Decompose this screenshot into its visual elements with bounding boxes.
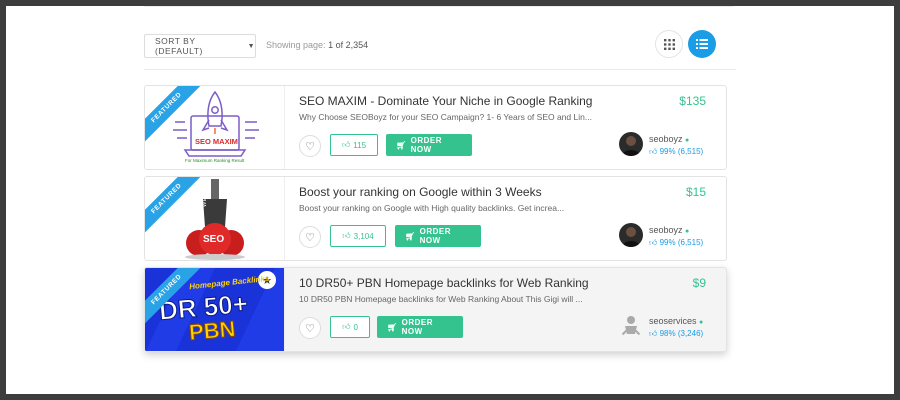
avatar: [619, 223, 643, 247]
sort-label: SORT BY (DEFAULT): [155, 36, 203, 56]
caret-down-icon: ▼: [247, 42, 255, 50]
favorite-button[interactable]: ♡: [299, 135, 321, 157]
showing-value: 1 of 2,354: [328, 40, 369, 50]
rating-text: 98% (3,246): [659, 329, 704, 338]
rating-text: 99% (6,515): [659, 147, 704, 156]
seller-name[interactable]: seoboyz ●: [649, 225, 689, 235]
listing-price: $9: [692, 276, 706, 290]
listing-description: Boost your ranking on Google with High q…: [299, 203, 565, 213]
grid-view-button[interactable]: [655, 30, 683, 58]
seller-info[interactable]: seoboyz ● 👍︎ 99% (6,515): [619, 132, 719, 162]
likes-count: 0: [353, 322, 358, 332]
seller-rating: 👍︎ 99% (6,515): [649, 238, 703, 248]
order-label: ORDER NOW: [419, 227, 452, 245]
showing-label: Showing page:: [266, 40, 326, 50]
rating-text: 99% (6,515): [659, 238, 704, 247]
listing-thumbnail[interactable]: ★ Homepage Backlinks DR 50+ PBN FEATURED: [145, 268, 285, 351]
thumb-pbn-label: PBN: [187, 316, 237, 346]
seller-name[interactable]: seoservices ●: [649, 316, 703, 326]
seller-name[interactable]: seoboyz ●: [649, 134, 689, 144]
thumbs-up-icon: 👍︎: [649, 238, 658, 247]
listing-description: Why Choose SEOBoyz for your SEO Campaign…: [299, 112, 592, 122]
pagination-status: Showing page: 1 of 2,354: [266, 40, 368, 50]
thumb-tagline: For Maximum Ranking Result: [185, 158, 245, 163]
listing-card[interactable]: SEO MAXIM For Maximum Ranking Result FEA…: [144, 85, 727, 170]
avatar: [619, 314, 643, 338]
likes-count: 115: [353, 140, 367, 150]
cart-icon: 🛒︎: [405, 231, 416, 241]
listing-title[interactable]: 10 DR50+ PBN Homepage backlinks for Web …: [299, 276, 589, 290]
seller-info[interactable]: seoboyz ● 👍︎ 99% (6,515): [619, 223, 719, 253]
order-now-button[interactable]: 🛒︎ ORDER NOW: [386, 134, 472, 156]
thumbs-up-icon: 👍︎: [342, 231, 351, 240]
cart-icon: 🛒︎: [396, 140, 407, 150]
seller-info[interactable]: seoservices ● 👍︎ 98% (3,246): [619, 314, 719, 344]
seller-name-text: seoboyz: [649, 225, 683, 235]
seller-rating: 👍︎ 99% (6,515): [649, 147, 703, 157]
listing-card[interactable]: WEBSITE SEO FEATURED Boost your ranking …: [144, 176, 727, 261]
online-dot-icon: ●: [685, 228, 690, 235]
listing-thumbnail[interactable]: WEBSITE SEO FEATURED: [145, 177, 285, 260]
thumbs-up-icon: 👍︎: [649, 147, 658, 156]
toolbar: SORT BY (DEFAULT) ▼ Showing page: 1 of 2…: [144, 30, 736, 70]
listing-title[interactable]: Boost your ranking on Google within 3 We…: [299, 185, 542, 199]
divider: [144, 6, 734, 7]
avatar: [619, 132, 643, 156]
thumbs-up-icon: 👍︎: [649, 329, 658, 338]
listing-description: 10 DR50 PBN Homepage backlinks for Web R…: [299, 294, 583, 304]
heart-icon: ♡: [305, 231, 315, 244]
online-dot-icon: ●: [699, 319, 704, 326]
list-view-button[interactable]: [688, 30, 716, 58]
listing-card[interactable]: ★ Homepage Backlinks DR 50+ PBN FEATURED…: [144, 267, 727, 352]
likes-button[interactable]: 👍︎ 3,104: [330, 225, 386, 247]
order-now-button[interactable]: 🛒︎ ORDER NOW: [377, 316, 463, 338]
cart-icon: 🛒︎: [387, 322, 398, 332]
heart-icon: ♡: [305, 140, 315, 153]
thumb-website-label: WEBSITE: [202, 178, 208, 207]
seller-name-text: seoservices: [649, 316, 697, 326]
thumbs-up-icon: 👍︎: [342, 322, 351, 331]
listing-title[interactable]: SEO MAXIM - Dominate Your Niche in Googl…: [299, 94, 592, 108]
seller-rating: 👍︎ 98% (3,246): [649, 329, 703, 339]
listing-thumbnail[interactable]: SEO MAXIM For Maximum Ranking Result FEA…: [145, 86, 285, 169]
order-now-button[interactable]: 🛒︎ ORDER NOW: [395, 225, 481, 247]
likes-button[interactable]: 👍︎ 0: [330, 316, 370, 338]
likes-count: 3,104: [353, 231, 374, 241]
grid-icon: [663, 38, 675, 50]
online-dot-icon: ●: [685, 137, 690, 144]
favorite-button[interactable]: ♡: [299, 317, 321, 339]
divider: [144, 69, 736, 70]
heart-icon: ♡: [305, 322, 315, 335]
thumb-brand: SEO MAXIM: [195, 137, 238, 146]
order-label: ORDER NOW: [410, 136, 443, 154]
list-icon: [696, 39, 708, 49]
thumbs-up-icon: 👍︎: [341, 140, 351, 149]
favorite-button[interactable]: ♡: [299, 226, 321, 248]
listing-price: $15: [685, 185, 706, 199]
likes-button[interactable]: 👍︎ 115: [330, 134, 378, 156]
seller-name-text: seoboyz: [649, 134, 683, 144]
order-label: ORDER NOW: [401, 318, 434, 336]
listing-price: $135: [679, 94, 706, 108]
thumb-brand: SEO: [203, 234, 225, 245]
sort-dropdown[interactable]: SORT BY (DEFAULT) ▼: [144, 34, 256, 58]
